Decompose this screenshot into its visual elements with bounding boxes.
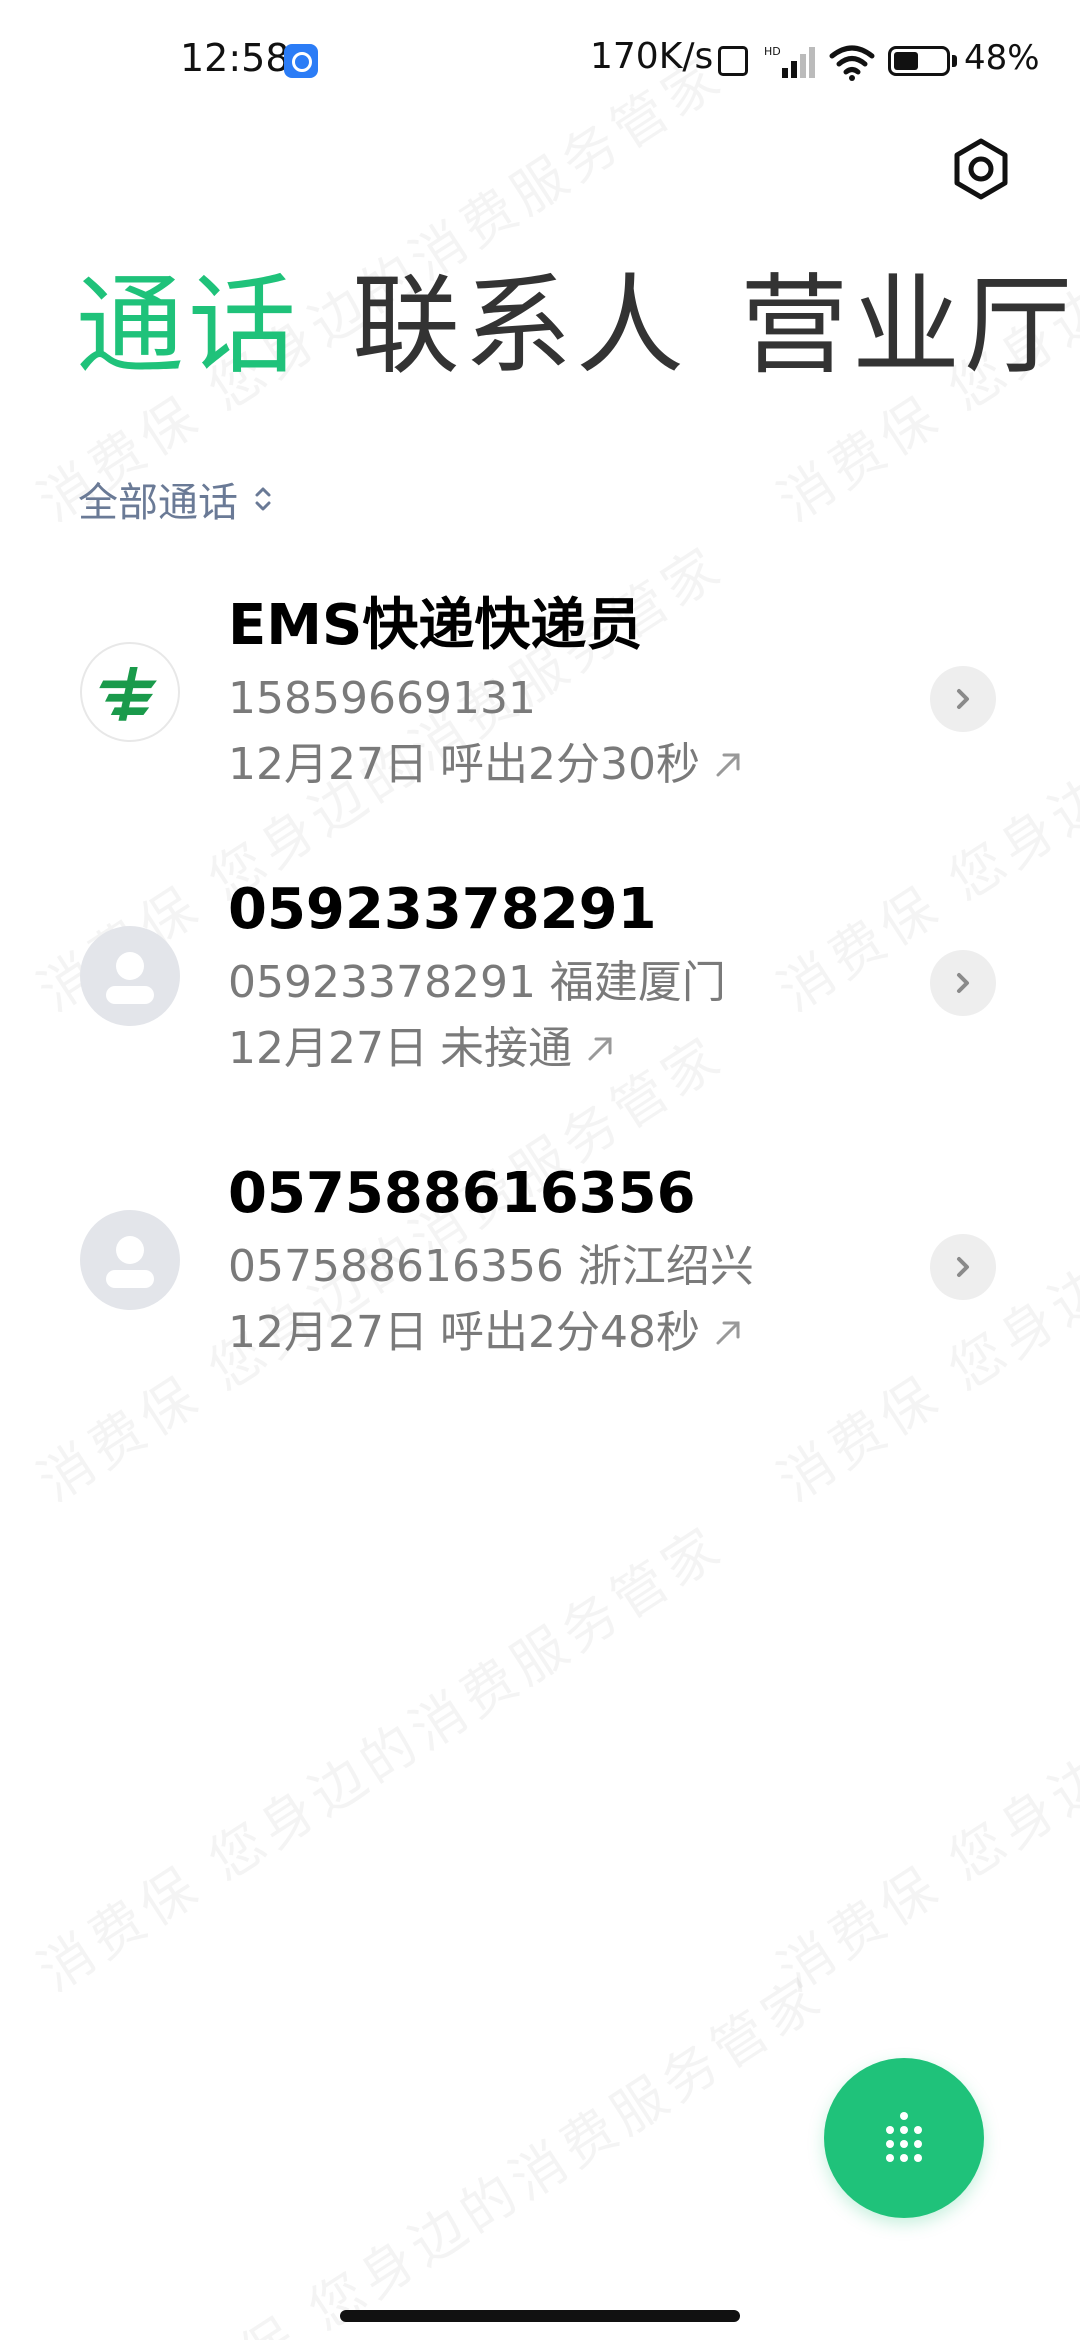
call-log-item[interactable]: 05923378291 05923378291 福建厦门 12月27日 未接通 (0, 856, 1080, 1140)
top-tabs: 通话 联系人 营业厅 (76, 262, 1076, 392)
call-date: 12月27日 (228, 1023, 428, 1074)
ems-logo-icon (80, 642, 180, 742)
contact-name: EMS快递快递员 (228, 593, 643, 658)
call-log-list: EMS快递快递员 15859669131 12月27日 呼出2分30秒 0592… (0, 572, 1080, 1424)
app-badge-icon (284, 44, 318, 78)
outgoing-arrow-icon (588, 1037, 612, 1061)
status-net-speed: 170K/s (590, 36, 714, 77)
call-detail-button[interactable] (930, 1234, 996, 1300)
sort-arrows-icon (255, 487, 271, 511)
chevron-right-icon (957, 1257, 969, 1277)
call-status: 呼出2分48秒 (439, 1307, 700, 1358)
call-detail-button[interactable] (930, 666, 996, 732)
watermark-text: 消费保 您身边的消费服务管家 (20, 1503, 737, 2007)
call-filter-dropdown[interactable]: 全部通话 (78, 470, 274, 528)
contact-number: 057588616356 浙江绍兴 (228, 1241, 754, 1292)
battery-percent: 48% (964, 38, 1040, 78)
watermark-text: 消费保 您身边的消费服务管家 (760, 1503, 1080, 2007)
contact-number: 15859669131 (228, 673, 536, 724)
battery-icon (888, 46, 950, 76)
call-meta: 12月27日 呼出2分48秒 (228, 1306, 744, 1360)
filter-label: 全部通话 (78, 480, 238, 526)
call-detail-button[interactable] (930, 950, 996, 1016)
call-meta: 12月27日 未接通 (228, 1022, 616, 1076)
dialpad-icon (886, 2112, 922, 2162)
contact-name: 05923378291 (228, 877, 657, 942)
call-status: 呼出2分30秒 (439, 739, 700, 790)
hd-signal-icon: HD (764, 45, 815, 78)
default-avatar-icon (80, 1210, 180, 1310)
status-bar: 12:58 170K/s HD 48% (0, 0, 1080, 120)
tab-service-hall[interactable]: 营业厅 (740, 262, 1076, 392)
contact-name: 057588616356 (228, 1161, 696, 1226)
call-log-item[interactable]: 057588616356 057588616356 浙江绍兴 12月27日 呼出… (0, 1140, 1080, 1424)
home-indicator[interactable] (340, 2310, 740, 2322)
tab-calls[interactable]: 通话 (76, 262, 300, 392)
chevron-right-icon (957, 689, 969, 709)
watermark-text: 消费保 您身边的消费服务管家 (120, 1953, 837, 2340)
outgoing-arrow-icon (716, 1321, 740, 1345)
battery-fill (894, 52, 918, 70)
svg-text:HD: HD (764, 45, 781, 58)
nfc-icon (718, 46, 748, 76)
call-date: 12月27日 (228, 1307, 428, 1358)
call-meta: 12月27日 呼出2分30秒 (228, 738, 744, 792)
status-time: 12:58 (180, 36, 290, 80)
default-avatar-icon (80, 926, 180, 1026)
tab-contacts[interactable]: 联系人 (352, 262, 688, 392)
call-date: 12月27日 (228, 739, 428, 790)
wifi-icon (829, 45, 875, 81)
dialpad-button[interactable] (824, 2058, 984, 2218)
outgoing-arrow-icon (716, 753, 740, 777)
battery-tip (952, 55, 957, 67)
contact-number: 05923378291 福建厦门 (228, 957, 726, 1008)
chevron-right-icon (957, 973, 969, 993)
call-status: 未接通 (439, 1023, 572, 1074)
settings-hex-icon[interactable] (948, 136, 1014, 202)
call-log-item[interactable]: EMS快递快递员 15859669131 12月27日 呼出2分30秒 (0, 572, 1080, 856)
